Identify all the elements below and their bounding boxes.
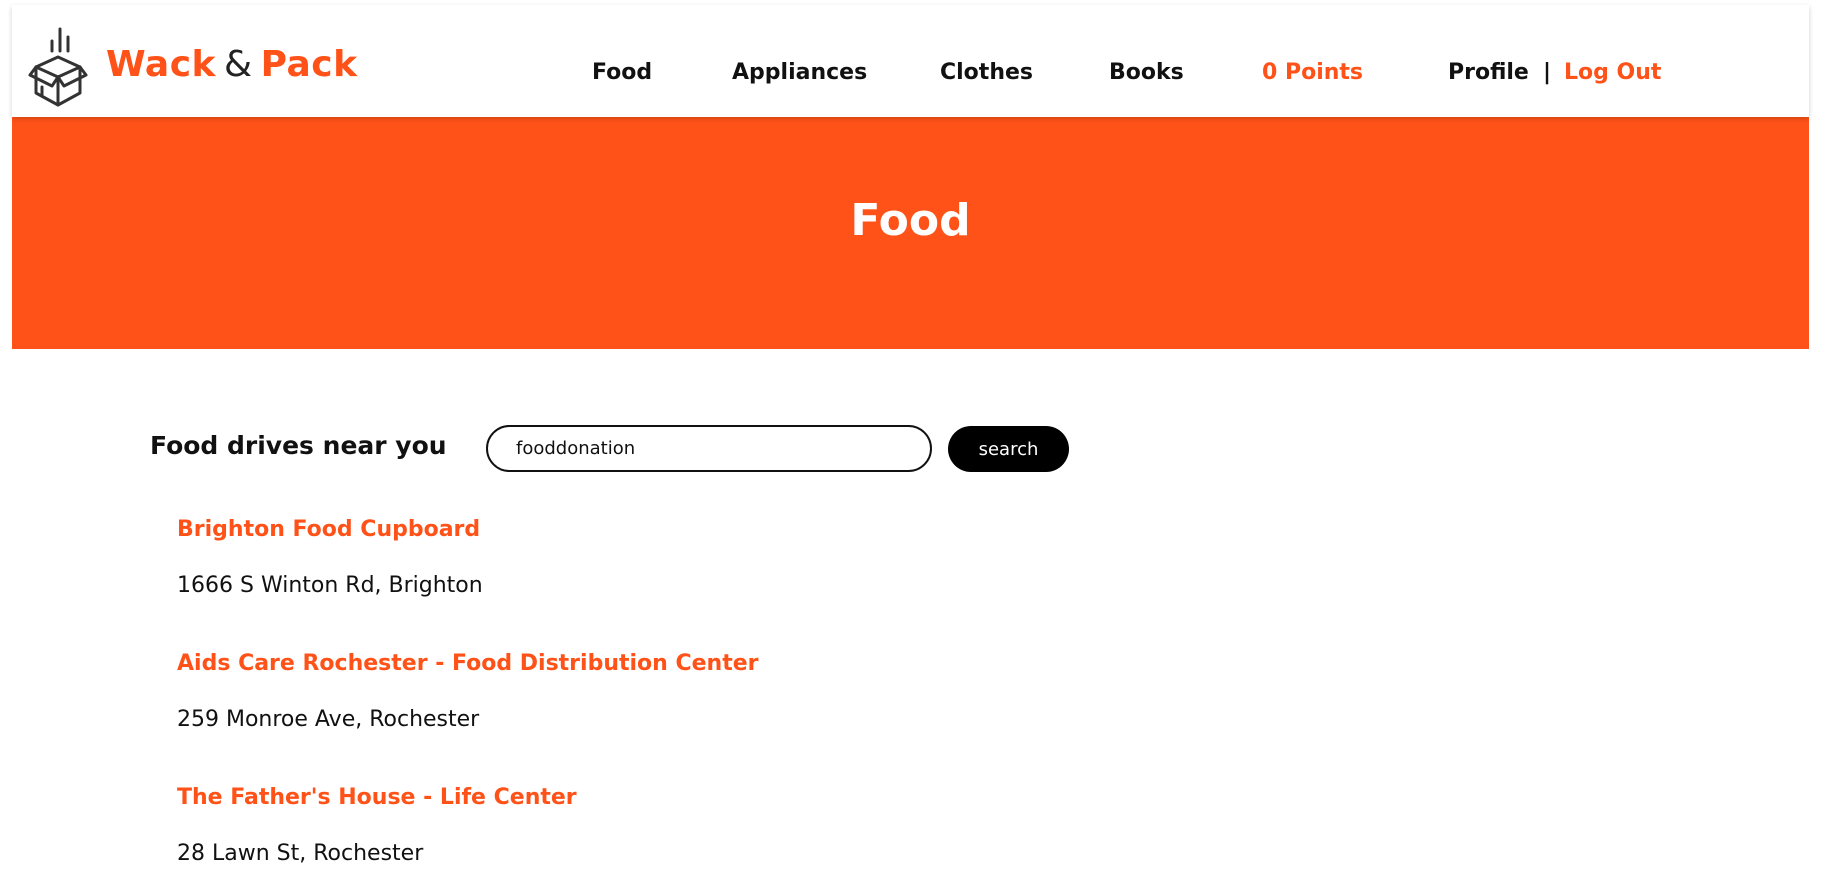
page: Wack & Pack Food Appliances Clothes Books …	[0, 0, 1825, 876]
nav-profile[interactable]: Profile	[1448, 59, 1529, 87]
result-name[interactable]: Brighton Food Cupboard	[177, 514, 759, 546]
nav-logout[interactable]: Log Out	[1564, 59, 1661, 87]
brand-word-wack: Wack	[106, 44, 216, 85]
result-address: 1666 S Winton Rd, Brighton	[177, 573, 483, 598]
page-title: Food	[850, 195, 971, 246]
box-icon[interactable]	[28, 15, 88, 107]
hero-banner: Food	[12, 117, 1809, 349]
result-address: 28 Lawn St, Rochester	[177, 841, 424, 866]
result-address: 259 Monroe Ave, Rochester	[177, 707, 480, 732]
list-item: Brighton Food Cupboard 1666 S Winton Rd,…	[177, 514, 759, 648]
search-label: Food drives near you	[150, 431, 447, 460]
nav-points[interactable]: 0 Points	[1262, 59, 1363, 87]
results-list: Brighton Food Cupboard 1666 S Winton Rd,…	[177, 514, 759, 876]
list-item: The Father's House - Life Center 28 Lawn…	[177, 782, 759, 876]
result-name[interactable]: The Father's House - Life Center	[177, 782, 759, 814]
brand-word-pack: Pack	[260, 44, 358, 85]
list-item: Aids Care Rochester - Food Distribution …	[177, 648, 759, 782]
navbar: Wack & Pack Food Appliances Clothes Books …	[12, 5, 1809, 117]
brand-name[interactable]: Wack & Pack	[106, 45, 358, 85]
nav-clothes[interactable]: Clothes	[940, 59, 1033, 87]
result-name[interactable]: Aids Care Rochester - Food Distribution …	[177, 648, 759, 680]
nav-separator: |	[1543, 60, 1552, 85]
nav-books[interactable]: Books	[1109, 59, 1184, 87]
nav-appliances[interactable]: Appliances	[732, 59, 867, 87]
search-input[interactable]	[486, 425, 932, 472]
nav-food[interactable]: Food	[592, 59, 652, 87]
brand-ampersand: &	[224, 44, 253, 85]
search-button[interactable]: search	[948, 426, 1069, 472]
